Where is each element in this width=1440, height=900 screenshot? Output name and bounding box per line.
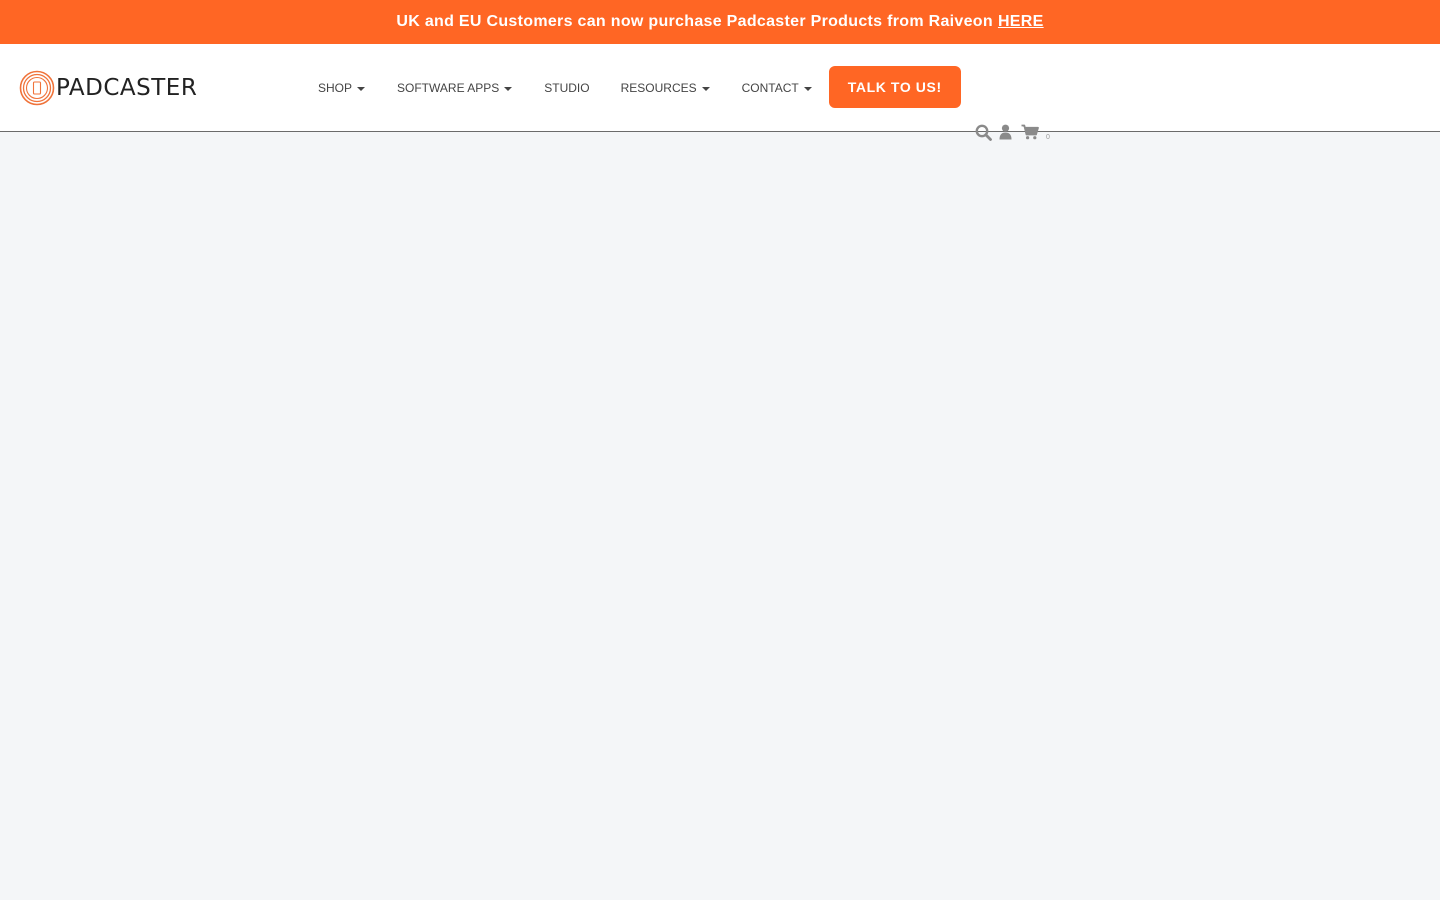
announcement-bar: UK and EU Customers can now purchase Pad… [0, 0, 1440, 44]
nav-item-label: RESOURCES [620, 81, 697, 95]
caret-down-icon [701, 86, 710, 91]
caret-down-icon [803, 86, 812, 91]
announcement-link[interactable]: HERE [998, 13, 1044, 31]
nav-item-resources[interactable]: RESOURCES [621, 81, 710, 95]
nav-item-label: SHOP [318, 81, 353, 95]
caret-down-icon [504, 86, 513, 91]
user-icon[interactable] [999, 124, 1012, 140]
logo[interactable]: PADCASTER [19, 70, 197, 106]
caret-down-icon [357, 86, 366, 91]
nav-item-shop[interactable]: SHOP [318, 81, 366, 95]
padcaster-logo-icon [19, 70, 55, 106]
nav-item-studio[interactable]: STUDIO [544, 81, 589, 95]
announcement-text: UK and EU Customers can now purchase Pad… [396, 13, 993, 30]
search-icon[interactable] [975, 124, 992, 141]
nav-item-software-apps[interactable]: SOFTWARE APPS [397, 81, 513, 95]
nav-item-contact[interactable]: CONTACT [742, 81, 812, 95]
cart-icon[interactable] [1021, 124, 1039, 140]
main-nav: SHOP SOFTWARE APPS STUDIO RESOURCES CONT… [318, 44, 961, 132]
nav-item-label: STUDIO [544, 81, 590, 95]
talk-to-us-button[interactable]: TALK TO US! [828, 66, 961, 108]
main-content [0, 132, 1440, 900]
site-header: PADCASTER SHOP SOFTWARE APPS STUDIO RESO… [0, 44, 1440, 141]
nav-item-label: SOFTWARE APPS [397, 81, 500, 95]
logo-text: PADCASTER [56, 75, 198, 101]
cart-count: 0 [1046, 133, 1050, 141]
header-icons: 0 [975, 122, 1050, 142]
nav-item-label: CONTACT [741, 81, 799, 95]
